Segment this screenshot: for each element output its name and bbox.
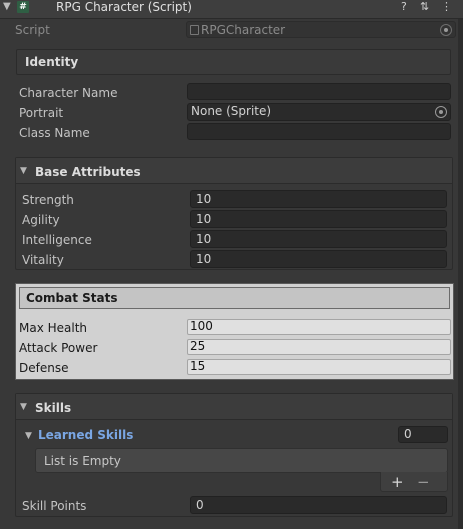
defense-label: Defense <box>19 361 69 375</box>
skills-title: Skills <box>35 401 72 415</box>
identity-title: Identity <box>25 55 79 69</box>
agility-input[interactable]: 10 <box>190 210 447 228</box>
script-label: Script <box>15 23 50 37</box>
portrait-picker-icon[interactable] <box>435 106 447 118</box>
vitality-label: Vitality <box>22 253 64 267</box>
max-health-label: Max Health <box>19 321 88 335</box>
component-title: RPG Character (Script) <box>56 0 192 14</box>
skill-points-input[interactable]: 0 <box>190 496 447 514</box>
strength-label: Strength <box>22 193 74 207</box>
skill-points-label: Skill Points <box>22 499 87 513</box>
remove-element-button[interactable]: − <box>417 475 430 490</box>
identity-header: Identity <box>16 49 451 75</box>
combat-stats-header: Combat Stats <box>19 287 450 309</box>
scrollbar-track[interactable] <box>458 19 463 529</box>
portrait-label: Portrait <box>19 106 64 120</box>
agility-label: Agility <box>22 213 60 227</box>
portrait-object-field[interactable]: None (Sprite) <box>187 103 451 121</box>
max-health-input[interactable]: 100 <box>187 319 451 335</box>
class-name-label: Class Name <box>19 126 90 140</box>
attack-power-input[interactable]: 25 <box>187 339 451 355</box>
list-footer: + − <box>380 472 448 492</box>
defense-input[interactable]: 15 <box>187 359 451 375</box>
intelligence-input[interactable]: 10 <box>190 230 447 248</box>
component-header: ▼ # RPG Character (Script) ? ⇅ ⋮ <box>0 0 463 19</box>
script-icon: # <box>17 1 29 13</box>
learned-skills-size-input[interactable]: 0 <box>398 426 448 443</box>
learned-skills-list: List is Empty <box>35 448 448 473</box>
script-field: RPGCharacter <box>186 21 456 38</box>
learned-skills-fold-icon[interactable]: ▼ <box>25 431 32 441</box>
strength-input[interactable]: 10 <box>190 190 447 208</box>
attack-power-label: Attack Power <box>19 341 98 355</box>
skills-fold-icon[interactable]: ▼ <box>20 402 27 412</box>
vitality-input[interactable]: 10 <box>190 250 447 268</box>
character-name-label: Character Name <box>19 86 118 100</box>
script-field-value: RPGCharacter <box>201 23 286 37</box>
add-element-button[interactable]: + <box>391 475 404 490</box>
class-name-input[interactable] <box>187 123 451 140</box>
intelligence-label: Intelligence <box>22 233 92 247</box>
skills-header[interactable]: ▼ Skills <box>16 394 452 420</box>
base-attributes-title: Base Attributes <box>35 165 141 179</box>
portrait-value: None (Sprite) <box>191 104 272 118</box>
character-name-input[interactable] <box>187 83 451 100</box>
component-fold-icon[interactable]: ▼ <box>3 1 11 12</box>
base-attributes-fold-icon[interactable]: ▼ <box>20 166 27 176</box>
presets-icon[interactable]: ⇅ <box>420 0 429 13</box>
script-picker-icon <box>440 24 452 36</box>
help-icon[interactable]: ? <box>401 0 407 13</box>
script-asset-icon <box>190 25 199 35</box>
learned-skills-label[interactable]: Learned Skills <box>38 428 133 442</box>
list-empty-text: List is Empty <box>44 454 121 468</box>
combat-stats-title: Combat Stats <box>26 291 118 305</box>
base-attributes-header[interactable]: ▼ Base Attributes <box>16 158 452 184</box>
more-options-icon[interactable]: ⋮ <box>441 0 452 13</box>
